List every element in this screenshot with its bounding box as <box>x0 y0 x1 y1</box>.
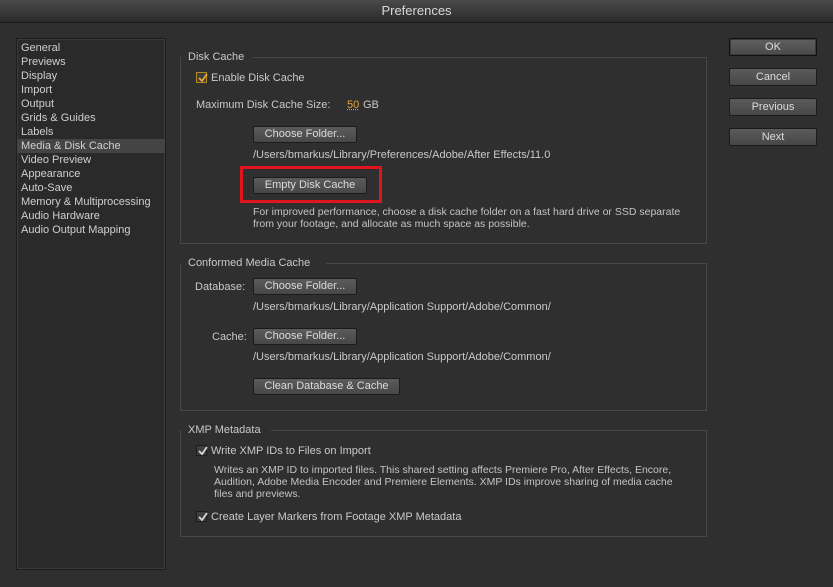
sidebar-item-general[interactable]: General <box>17 41 165 55</box>
conformed-media-cache-title: Conformed Media Cache <box>188 257 311 269</box>
next-button[interactable]: Next <box>729 128 817 146</box>
xmp-desc-line1: Writes an XMP ID to imported files. This… <box>214 464 672 476</box>
create-layer-markers-checkbox[interactable] <box>196 511 208 522</box>
disk-cache-hint-line1: For improved performance, choose a disk … <box>253 206 681 218</box>
sidebar-item-output[interactable]: Output <box>17 97 165 111</box>
database-path: /Users/bmarkus/Library/Application Suppo… <box>253 301 551 313</box>
sidebar-item-appearance[interactable]: Appearance <box>17 167 165 181</box>
disk-cache-hint-line2: from your footage, and allocate as much … <box>253 218 530 230</box>
cache-label: Cache: <box>212 331 247 343</box>
sidebar-item-display[interactable]: Display <box>17 69 165 83</box>
sidebar-item-memory-multiprocessing[interactable]: Memory & Multiprocessing <box>17 195 165 209</box>
sidebar-item-audio-output-mapping[interactable]: Audio Output Mapping <box>17 223 165 237</box>
sidebar-item-media-disk-cache[interactable]: Media & Disk Cache <box>17 139 165 153</box>
max-disk-cache-size-value[interactable]: 50 <box>347 99 359 111</box>
ok-button[interactable]: OK <box>729 38 817 56</box>
xmp-metadata-title: XMP Metadata <box>188 424 261 436</box>
enable-disk-cache-checkbox[interactable] <box>196 72 208 83</box>
previous-button[interactable]: Previous <box>729 98 817 116</box>
cache-choose-folder-button[interactable]: Choose Folder... <box>253 328 357 345</box>
xmp-desc-line3: files and previews. <box>214 488 301 500</box>
create-layer-markers-label[interactable]: Create Layer Markers from Footage XMP Me… <box>211 511 461 523</box>
sidebar-item-audio-hardware[interactable]: Audio Hardware <box>17 209 165 223</box>
max-disk-cache-size-unit: GB <box>363 99 379 111</box>
disk-cache-choose-folder-button[interactable]: Choose Folder... <box>253 126 357 143</box>
sidebar-item-labels[interactable]: Labels <box>17 125 165 139</box>
write-xmp-ids-label[interactable]: Write XMP IDs to Files on Import <box>211 445 371 457</box>
sidebar-item-auto-save[interactable]: Auto-Save <box>17 181 165 195</box>
empty-disk-cache-button[interactable]: Empty Disk Cache <box>253 177 367 194</box>
enable-disk-cache-label[interactable]: Enable Disk Cache <box>211 72 305 84</box>
cache-path: /Users/bmarkus/Library/Application Suppo… <box>253 351 551 363</box>
max-disk-cache-size-label: Maximum Disk Cache Size: <box>196 99 331 111</box>
write-xmp-ids-checkbox[interactable] <box>196 445 208 456</box>
database-choose-folder-button[interactable]: Choose Folder... <box>253 278 357 295</box>
preferences-category-list[interactable]: General Previews Display Import Output Grids … <box>16 38 166 570</box>
disk-cache-folder-path: /Users/bmarkus/Library/Preferences/Adobe… <box>253 149 551 161</box>
database-label: Database: <box>195 281 246 293</box>
window-title: Preferences <box>0 0 833 23</box>
checkmark-icon <box>198 446 208 456</box>
checkmark-icon <box>198 73 208 83</box>
checkmark-icon <box>198 512 208 522</box>
sidebar-item-import[interactable]: Import <box>17 83 165 97</box>
sidebar-item-video-preview[interactable]: Video Preview <box>17 153 165 167</box>
cancel-button[interactable]: Cancel <box>729 68 817 86</box>
xmp-desc-line2: Audition, Adobe Media Encoder and Premie… <box>214 476 673 488</box>
disk-cache-title: Disk Cache <box>188 51 245 63</box>
sidebar-item-grids-guides[interactable]: Grids & Guides <box>17 111 165 125</box>
clean-database-cache-button[interactable]: Clean Database & Cache <box>253 378 400 395</box>
sidebar-item-previews[interactable]: Previews <box>17 55 165 69</box>
